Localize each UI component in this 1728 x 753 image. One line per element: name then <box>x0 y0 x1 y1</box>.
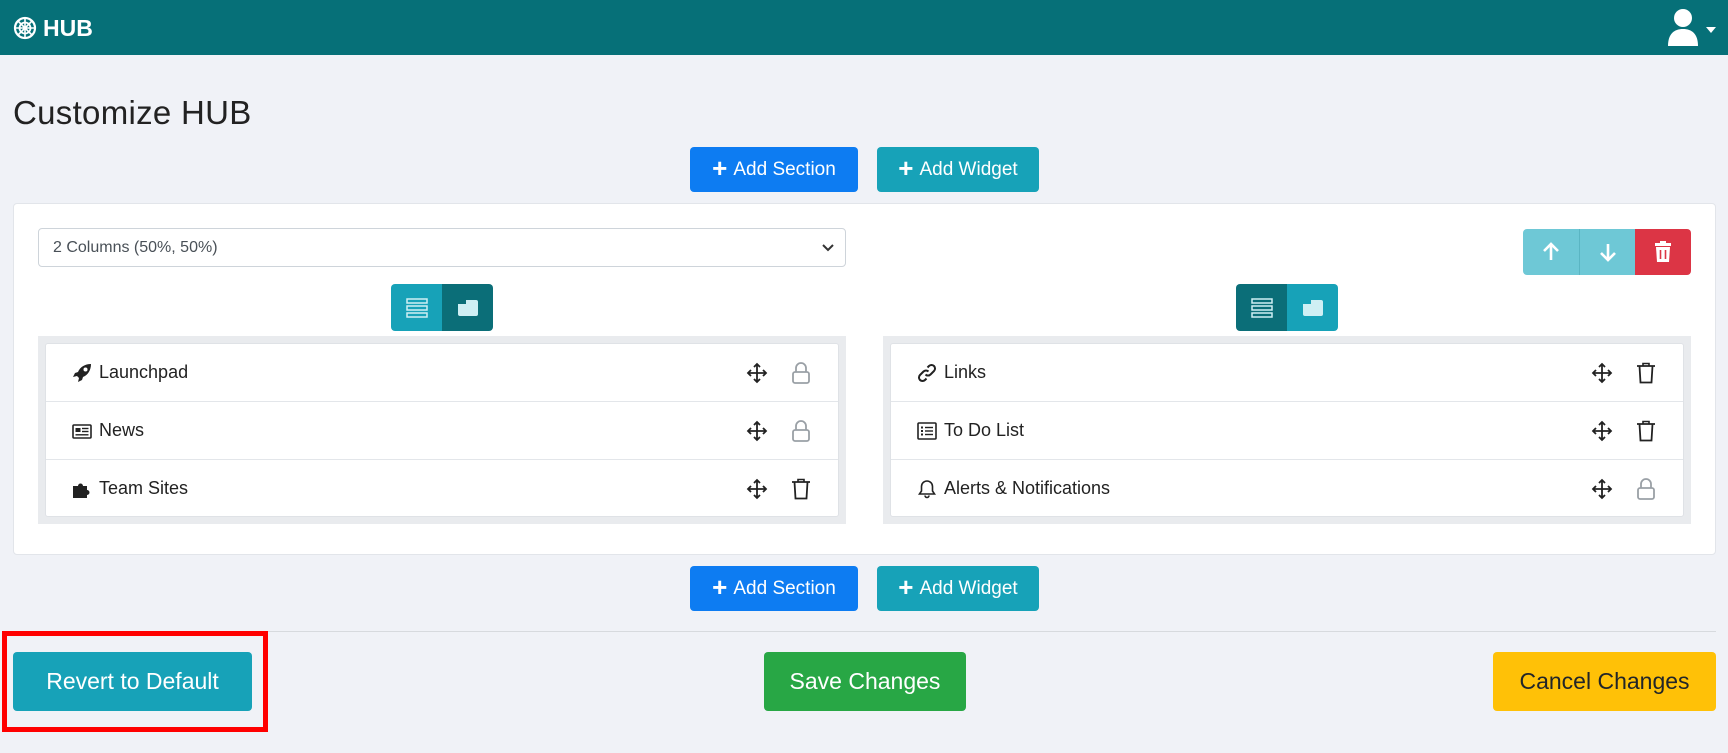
card-view-icon <box>457 299 478 316</box>
brand-link[interactable]: HUB <box>13 13 93 43</box>
save-changes-button[interactable]: Save Changes <box>764 652 966 711</box>
trash-icon[interactable] <box>1636 362 1656 384</box>
widget-row: News <box>46 402 838 460</box>
widget-label: Team Sites <box>99 478 189 498</box>
lock-icon <box>792 420 810 442</box>
add-widget-label: Add Widget <box>919 158 1018 180</box>
top-navbar: HUB <box>0 0 1728 55</box>
widget-row: Launchpad <box>46 344 838 402</box>
card-view-icon <box>1302 299 1323 316</box>
rocket-icon <box>73 364 91 382</box>
lock-icon <box>792 362 810 384</box>
plus-icon: + <box>712 572 728 602</box>
plus-icon: + <box>898 572 914 602</box>
column-1-list-view-button[interactable] <box>391 284 442 331</box>
move-icon[interactable] <box>746 362 768 384</box>
column-layout-select[interactable]: 2 Columns (50%, 50%) <box>38 228 846 267</box>
arrow-up-icon <box>1542 242 1559 260</box>
footer-divider <box>13 631 1716 632</box>
list-icon <box>917 422 937 440</box>
revert-to-default-button[interactable]: Revert to Default <box>13 652 252 711</box>
puzzle-icon <box>73 483 90 498</box>
column-2-list-view-button[interactable] <box>1236 284 1287 331</box>
link-icon <box>917 363 937 383</box>
move-icon[interactable] <box>746 478 768 500</box>
add-section-label: Add Section <box>733 577 836 599</box>
column-2-view-toggle <box>1236 284 1338 331</box>
widget-label: News <box>99 420 145 440</box>
widget-row: Links <box>891 344 1683 402</box>
add-widget-button-top[interactable]: + Add Widget <box>877 147 1039 192</box>
brand-name: HUB <box>43 14 93 41</box>
plus-icon: + <box>712 153 728 183</box>
newspaper-icon <box>72 424 92 439</box>
move-icon[interactable] <box>1591 478 1613 500</box>
column-1-view-toggle <box>391 284 493 331</box>
delete-section-button[interactable] <box>1635 229 1692 275</box>
widget-row: To Do List <box>891 402 1683 460</box>
add-section-button-bottom[interactable]: + Add Section <box>690 566 858 611</box>
arrow-down-icon <box>1599 244 1616 262</box>
list-view-icon <box>405 297 428 318</box>
trash-icon <box>1655 241 1672 262</box>
widget-label: Alerts & Notifications <box>944 478 1111 498</box>
widget-row: Team Sites <box>46 460 838 518</box>
widget-label: Launchpad <box>99 362 189 382</box>
cancel-changes-button[interactable]: Cancel Changes <box>1493 652 1716 711</box>
chevron-down-icon <box>1706 27 1716 33</box>
user-menu[interactable] <box>1667 8 1716 46</box>
lock-icon <box>1637 478 1655 500</box>
trash-icon[interactable] <box>791 478 811 500</box>
move-section-down-button[interactable] <box>1578 229 1636 275</box>
dharma-wheel-icon <box>13 16 37 40</box>
move-icon[interactable] <box>746 420 768 442</box>
chevron-down-icon <box>822 244 834 252</box>
add-widget-label: Add Widget <box>919 577 1018 599</box>
column-1-drop-area: Launchpad News Team Sites <box>38 336 846 524</box>
column-layout-value: 2 Columns (50%, 50%) <box>53 238 218 256</box>
page-title: Customize HUB <box>13 94 252 131</box>
widget-label: To Do List <box>944 420 1025 440</box>
section-tools <box>1523 229 1692 275</box>
bell-icon <box>918 480 936 499</box>
column-1-widget-list: Launchpad News Team Sites <box>45 343 839 517</box>
column-2-widget-list: Links To Do List Alerts & Notifications <box>890 343 1684 517</box>
add-widget-button-bottom[interactable]: + Add Widget <box>877 566 1039 611</box>
plus-icon: + <box>898 153 914 183</box>
move-icon[interactable] <box>1591 420 1613 442</box>
move-section-up-button[interactable] <box>1523 229 1579 275</box>
move-icon[interactable] <box>1591 362 1613 384</box>
user-icon <box>1668 9 1698 46</box>
widget-row: Alerts & Notifications <box>891 460 1683 518</box>
trash-icon[interactable] <box>1636 420 1656 442</box>
column-2-drop-area: Links To Do List Alerts & Notifications <box>883 336 1691 524</box>
column-1-card-view-button[interactable] <box>442 284 493 331</box>
column-2-card-view-button[interactable] <box>1287 284 1338 331</box>
add-section-button-top[interactable]: + Add Section <box>690 147 858 192</box>
list-view-icon <box>1250 297 1273 318</box>
add-section-label: Add Section <box>733 158 836 180</box>
widget-label: Links <box>944 362 987 382</box>
